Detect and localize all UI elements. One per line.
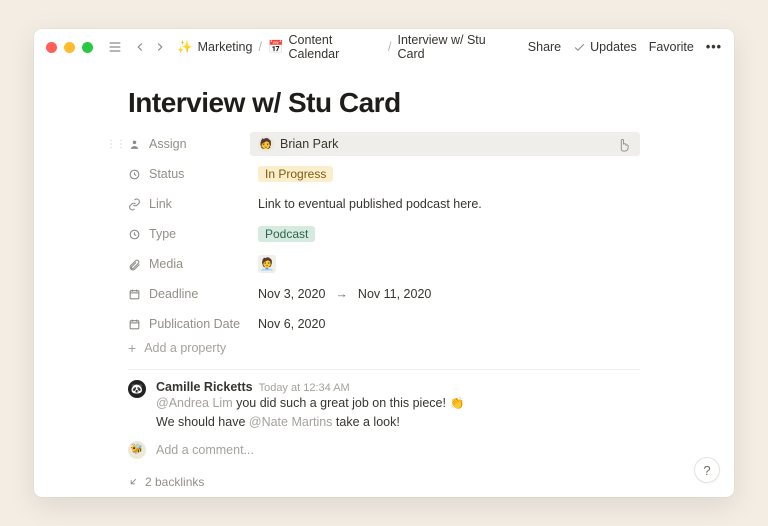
plus-icon: +	[128, 341, 136, 355]
sidebar-toggle-icon[interactable]	[107, 39, 123, 55]
breadcrumb-label: Interview w/ Stu Card	[398, 33, 512, 61]
updates-label: Updates	[590, 40, 637, 54]
breadcrumb-separator: /	[388, 40, 391, 54]
current-user-avatar: 🐝	[128, 441, 146, 459]
add-property-label: Add a property	[144, 341, 226, 355]
breadcrumb-item-calendar[interactable]: 📅 Content Calendar	[268, 33, 382, 61]
nav-arrows	[133, 40, 167, 54]
backlinks-label: 2 backlinks	[145, 475, 204, 489]
comment-author: Camille Ricketts	[156, 380, 253, 394]
pointer-cursor-icon	[616, 136, 630, 152]
page-content: Interview w/ Stu Card ⋮⋮ Assign 🧑 Brian …	[34, 65, 734, 497]
breadcrumb-separator: /	[258, 40, 261, 54]
user-avatar: 🧑	[258, 136, 274, 152]
backlinks-button[interactable]: 2 backlinks	[128, 475, 640, 489]
property-row-status[interactable]: Status In Progress	[128, 159, 640, 189]
nav-back-button[interactable]	[133, 40, 147, 54]
favorite-button[interactable]: Favorite	[649, 40, 694, 54]
property-label: Media	[149, 257, 183, 271]
updates-button[interactable]: Updates	[573, 40, 637, 54]
property-row-publication-date[interactable]: Publication Date Nov 6, 2020	[128, 309, 640, 339]
breadcrumb-item-current[interactable]: Interview w/ Stu Card	[398, 33, 512, 61]
attachment-icon	[128, 258, 141, 271]
sparkles-icon: ✨	[177, 40, 193, 55]
properties-list: ⋮⋮ Assign 🧑 Brian Park	[128, 129, 640, 355]
topbar-actions: Share Updates Favorite •••	[528, 40, 722, 54]
calendar-icon	[128, 318, 141, 331]
add-comment-placeholder: Add a comment...	[156, 443, 254, 457]
breadcrumb-item-marketing[interactable]: ✨ Marketing	[177, 40, 252, 55]
comment-timestamp: Today at 12:34 AM	[259, 382, 350, 394]
property-row-assign[interactable]: ⋮⋮ Assign 🧑 Brian Park	[128, 129, 640, 159]
breadcrumb: ✨ Marketing / 📅 Content Calendar / Inter…	[177, 33, 512, 61]
deadline-from: Nov 3, 2020	[258, 287, 325, 301]
breadcrumb-label: Content Calendar	[289, 33, 382, 61]
property-label: Type	[149, 227, 176, 241]
property-value: Brian Park	[280, 137, 338, 151]
app-window: ✨ Marketing / 📅 Content Calendar / Inter…	[34, 29, 734, 497]
maximize-window-button[interactable]	[82, 42, 93, 53]
more-menu-button[interactable]: •••	[706, 40, 722, 54]
breadcrumb-label: Marketing	[198, 40, 253, 54]
backlink-arrow-icon	[128, 476, 139, 487]
status-badge: In Progress	[258, 166, 333, 182]
property-row-deadline[interactable]: Deadline Nov 3, 2020 → Nov 11, 2020	[128, 279, 640, 309]
divider	[128, 369, 640, 370]
property-row-media[interactable]: Media 🧑‍💼	[128, 249, 640, 279]
comment-text: @Andrea Lim you did such a great job on …	[156, 394, 640, 433]
check-icon	[573, 41, 586, 54]
user-mention[interactable]: @Nate Martins	[249, 415, 333, 429]
property-label: Deadline	[149, 287, 198, 301]
property-row-link[interactable]: Link Link to eventual published podcast …	[128, 189, 640, 219]
select-icon	[128, 168, 141, 181]
window-controls	[46, 42, 93, 53]
property-row-type[interactable]: Type Podcast	[128, 219, 640, 249]
close-window-button[interactable]	[46, 42, 57, 53]
minimize-window-button[interactable]	[64, 42, 75, 53]
user-mention[interactable]: @Andrea Lim	[156, 396, 233, 410]
arrow-right-icon: →	[335, 287, 348, 301]
comment-avatar: 🐼	[128, 380, 146, 398]
property-value: Link to eventual published podcast here.	[258, 197, 482, 211]
nav-forward-button[interactable]	[153, 40, 167, 54]
property-label: Link	[149, 197, 172, 211]
comments-section: 🐼 Camille Ricketts Today at 12:34 AM @An…	[128, 380, 640, 459]
property-label: Status	[149, 167, 184, 181]
add-property-button[interactable]: + Add a property	[128, 341, 640, 355]
person-icon	[128, 138, 141, 151]
add-comment-input[interactable]: 🐝 Add a comment...	[128, 441, 640, 459]
select-icon	[128, 228, 141, 241]
calendar-icon: 📅	[268, 40, 284, 55]
page-title[interactable]: Interview w/ Stu Card	[128, 87, 640, 119]
calendar-icon	[128, 288, 141, 301]
link-icon	[128, 198, 141, 211]
property-value: Nov 6, 2020	[258, 317, 325, 331]
titlebar: ✨ Marketing / 📅 Content Calendar / Inter…	[34, 29, 734, 65]
deadline-to: Nov 11, 2020	[358, 287, 431, 301]
media-thumbnail[interactable]: 🧑‍💼	[258, 255, 276, 273]
help-button[interactable]: ?	[694, 457, 720, 483]
drag-handle-icon[interactable]: ⋮⋮	[106, 139, 126, 150]
property-label: Publication Date	[149, 317, 240, 331]
clap-emoji-icon: 👏	[449, 396, 464, 410]
share-button[interactable]: Share	[528, 40, 561, 54]
property-label: Assign	[149, 137, 187, 151]
type-badge: Podcast	[258, 226, 315, 242]
comment: 🐼 Camille Ricketts Today at 12:34 AM @An…	[128, 380, 640, 433]
